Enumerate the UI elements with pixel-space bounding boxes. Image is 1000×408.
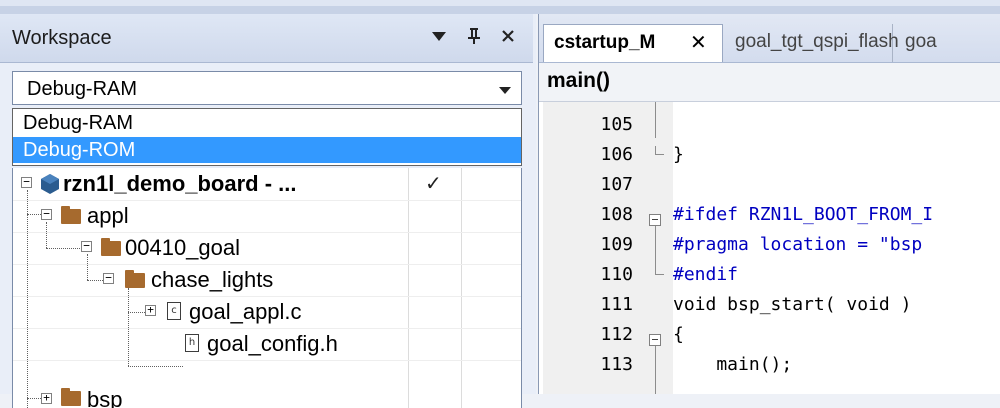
workspace-title: Workspace (12, 27, 112, 49)
fold-end-marker (655, 266, 664, 275)
close-icon (502, 30, 514, 42)
code-line: } (673, 144, 684, 165)
c-file-icon: c (167, 302, 181, 320)
line-number: 110 (600, 264, 633, 285)
line-number: 106 (600, 144, 633, 165)
dropdown-arrow-icon[interactable] (499, 87, 511, 94)
fold-end-marker (655, 146, 664, 155)
panel-menu-button[interactable] (427, 22, 451, 50)
pin-button[interactable] (462, 22, 486, 50)
code-line: #pragma location = "bsp (673, 234, 923, 255)
configuration-dropdown-list: Debug-RAM Debug-ROM (12, 108, 522, 166)
tree-row-folder[interactable]: − appl (13, 200, 408, 232)
tab-goal-tgt-qspi-flash[interactable]: goal_tgt_qspi_flash (725, 24, 899, 62)
fold-guide (655, 346, 656, 394)
tree-row-label: rzn1l_demo_board - ... (63, 171, 297, 196)
current-function: main() (547, 69, 610, 92)
editor-panel: cstartup_M ✕ goal_tgt_qspi_flash goa mai… (538, 14, 1000, 394)
column-divider (408, 168, 409, 408)
folder-icon (125, 270, 145, 288)
line-number: 105 (600, 114, 633, 135)
workspace-tree: − rzn1l_demo_board - ... ✓ − appl − 0041… (12, 168, 522, 408)
pin-icon (468, 28, 480, 44)
editor-tab-bar: cstartup_M ✕ goal_tgt_qspi_flash goa (539, 14, 1000, 63)
tree-row-label: chase_lights (151, 267, 274, 292)
triangle-down-icon (432, 32, 446, 41)
tree-row-file[interactable]: + c goal_appl.c (13, 296, 408, 328)
tree-row-file[interactable]: h goal_config.h (13, 328, 408, 360)
line-number-gutter: 105 106 107 108 109 110 111 112 113 (543, 102, 673, 394)
collapse-toggle[interactable]: − (21, 176, 32, 188)
tab-label: cstartup_M (554, 32, 656, 53)
configuration-option-debug-ram[interactable]: Debug-RAM (13, 110, 521, 136)
tree-connector (128, 366, 183, 367)
tree-row-label: goal_appl.c (189, 299, 302, 324)
code-line: main(); (673, 354, 793, 375)
line-number: 112 (600, 324, 633, 345)
tree-row-project[interactable]: − rzn1l_demo_board - ... ✓ (13, 168, 442, 200)
configuration-select[interactable]: Debug-RAM (12, 71, 522, 105)
expand-toggle[interactable]: + (41, 392, 52, 404)
workspace-panel: Workspace Debug-RAM Debug-RAM Debug-ROM (0, 14, 536, 408)
collapse-toggle[interactable]: − (103, 272, 114, 284)
function-navigator[interactable]: main() (539, 63, 1000, 102)
tab-label: goa (905, 31, 937, 52)
tree-row-label: 00410_goal (125, 235, 241, 260)
fold-collapse-icon[interactable] (649, 214, 661, 226)
column-divider (461, 168, 462, 408)
code-line: { (673, 324, 684, 345)
workspace-title-bar: Workspace (0, 14, 533, 63)
line-number: 113 (600, 354, 633, 375)
collapse-toggle[interactable]: − (81, 240, 92, 252)
fold-collapse-icon[interactable] (649, 334, 661, 346)
checkmark-icon: ✓ (425, 173, 442, 195)
project-icon (41, 174, 59, 194)
tree-row-folder[interactable]: − 00410_goal (13, 232, 408, 264)
tree-row-label: bsp (87, 387, 123, 408)
tree-row-label: appl (87, 203, 129, 228)
tab-label: goal_tgt_qspi_flash (735, 31, 899, 52)
line-number: 108 (600, 204, 633, 225)
configuration-option-debug-rom[interactable]: Debug-ROM (13, 137, 521, 163)
tab-cstartup[interactable]: cstartup_M ✕ (543, 24, 723, 62)
h-file-icon: h (185, 334, 199, 352)
fold-guide (655, 102, 656, 138)
tree-row-folder[interactable]: − chase_lights (13, 264, 408, 296)
code-text-area[interactable]: } #ifdef RZN1L_BOOT_FROM_I #pragma locat… (673, 102, 1000, 394)
folder-icon (61, 388, 81, 406)
fold-guide (655, 226, 656, 268)
code-line: void bsp_start( void ) (673, 294, 912, 315)
code-line: #ifdef RZN1L_BOOT_FROM_I (673, 204, 934, 225)
folder-icon (61, 206, 81, 224)
tree-row-label: goal_config.h (207, 331, 338, 356)
row-separator (13, 360, 521, 361)
line-number: 107 (600, 174, 633, 195)
top-strip (0, 0, 1000, 14)
close-tab-icon[interactable]: ✕ (690, 25, 707, 61)
code-line: #endif (673, 264, 739, 285)
folder-icon (101, 238, 121, 256)
collapse-toggle[interactable]: − (41, 208, 52, 220)
configuration-selected-value: Debug-RAM (27, 78, 138, 100)
line-number: 111 (600, 294, 633, 315)
tab-goal-truncated[interactable]: goa (895, 24, 1000, 62)
tree-row-folder[interactable]: + bsp (13, 380, 408, 408)
expand-toggle[interactable]: + (145, 304, 156, 316)
close-panel-button[interactable] (496, 22, 520, 50)
line-number: 109 (600, 234, 633, 255)
